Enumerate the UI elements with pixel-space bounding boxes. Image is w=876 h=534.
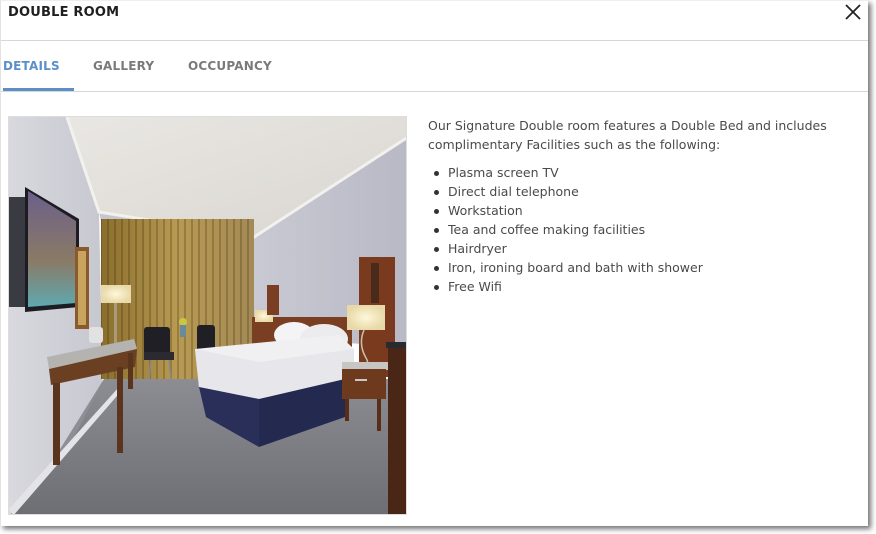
- tab-gallery[interactable]: GALLERY: [93, 59, 154, 73]
- facility-item: Hairdryer: [434, 239, 848, 258]
- room-intro-text: Our Signature Double room features a Dou…: [428, 118, 827, 152]
- facility-item: Iron, ironing board and bath with shower: [434, 258, 848, 277]
- close-button[interactable]: [844, 3, 862, 21]
- facility-item: Plasma screen TV: [434, 163, 848, 182]
- tab-bar: DETAILS GALLERY OCCUPANCY: [1, 41, 868, 92]
- tab-details[interactable]: DETAILS: [3, 59, 60, 73]
- facility-item: Workstation: [434, 201, 848, 220]
- dialog-header: DOUBLE ROOM: [1, 1, 868, 41]
- active-tab-indicator: [3, 88, 74, 91]
- facility-item: Direct dial telephone: [434, 182, 848, 201]
- room-description: Our Signature Double room features a Dou…: [428, 116, 848, 296]
- dialog-title: DOUBLE ROOM: [8, 5, 120, 20]
- room-photo: [8, 116, 407, 515]
- facility-item: Tea and coffee making facilities: [434, 220, 848, 239]
- close-x-icon: [845, 4, 861, 20]
- room-details-dialog: DOUBLE ROOM DETAILS GALLERY OCCUPANCY Ou…: [0, 0, 868, 526]
- facilities-list: Plasma screen TV Direct dial telephone W…: [428, 163, 848, 296]
- tab-occupancy[interactable]: OCCUPANCY: [188, 59, 272, 73]
- facility-item: Free Wifi: [434, 277, 848, 296]
